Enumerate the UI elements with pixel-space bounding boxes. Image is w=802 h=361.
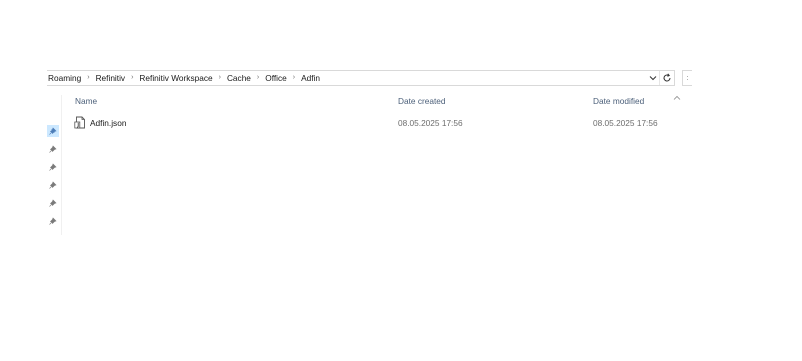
breadcrumb-separator-icon[interactable]: ›: [87, 71, 89, 85]
pin-icon[interactable]: [48, 162, 58, 172]
breadcrumb-office[interactable]: Office: [265, 71, 287, 85]
file-date-modified: 08.05.2025 17:56: [593, 118, 658, 128]
pin-icon[interactable]: [48, 180, 58, 190]
column-header-date-created[interactable]: Date created: [398, 96, 446, 106]
list-item[interactable]: Adfin.json 08.05.2025 17:56 08.05.2025 1…: [62, 115, 682, 131]
sort-ascending-icon[interactable]: [673, 88, 681, 100]
refresh-icon[interactable]: [659, 71, 674, 85]
file-name[interactable]: Adfin.json: [90, 118, 126, 128]
address-bar[interactable]: Roaming › Refinitiv › Refinitiv Workspac…: [47, 70, 675, 86]
navigation-pane: [47, 95, 62, 235]
file-explorer-window: Roaming › Refinitiv › Refinitiv Workspac…: [0, 0, 802, 361]
breadcrumb-refinitiv-workspace[interactable]: Refinitiv Workspace: [139, 71, 212, 85]
breadcrumb-separator-icon[interactable]: ›: [219, 71, 221, 85]
breadcrumb-separator-icon[interactable]: ›: [257, 71, 259, 85]
breadcrumb-separator-icon[interactable]: ›: [131, 71, 133, 85]
breadcrumb-roaming[interactable]: Roaming: [48, 71, 81, 85]
breadcrumb-adfin[interactable]: Adfin: [301, 71, 320, 85]
pin-icon[interactable]: [48, 198, 58, 208]
pin-icon[interactable]: [48, 216, 58, 226]
column-header-name[interactable]: Name: [75, 96, 97, 106]
pin-icon[interactable]: [48, 144, 58, 154]
search-input-partial-text: :: [686, 74, 689, 82]
breadcrumb-cache[interactable]: Cache: [227, 71, 251, 85]
search-input[interactable]: :: [682, 70, 692, 86]
pin-icon[interactable]: [47, 125, 59, 137]
chevron-down-icon[interactable]: [647, 71, 659, 85]
breadcrumb-separator-icon[interactable]: ›: [293, 71, 295, 85]
file-date-created: 08.05.2025 17:56: [398, 118, 463, 128]
breadcrumb-refinitiv[interactable]: Refinitiv: [96, 71, 126, 85]
breadcrumb: Roaming › Refinitiv › Refinitiv Workspac…: [47, 71, 647, 85]
json-file-icon: [74, 116, 86, 129]
column-header-date-modified[interactable]: Date modified: [593, 96, 644, 106]
